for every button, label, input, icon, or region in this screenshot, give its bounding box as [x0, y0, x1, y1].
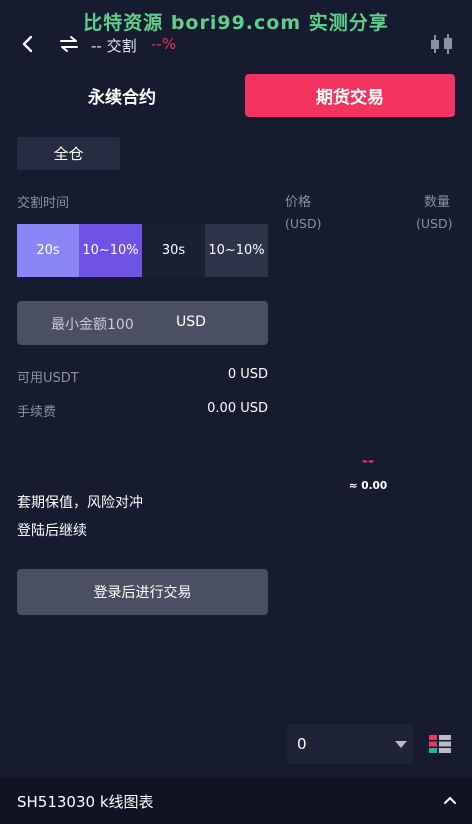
fee-label: 手续费 [17, 405, 57, 420]
tab-perpetual[interactable]: 永续合约 [16, 74, 228, 117]
back-arrow-icon[interactable] [18, 34, 38, 54]
swap-icon[interactable] [58, 34, 80, 54]
margin-mode-button[interactable]: 全仓 [17, 137, 120, 170]
amount-placeholder: 最小金额100 [51, 317, 134, 333]
settlement-option[interactable]: 30s [142, 224, 205, 277]
tab-futures[interactable]: 期货交易 [245, 74, 455, 117]
available-value: 0 USD [227, 367, 268, 382]
available-label: 可用USDT [17, 371, 79, 386]
chevron-up-icon[interactable] [443, 795, 457, 805]
amount-unit: USD [176, 314, 206, 330]
login-continue-note: 登陆后继续 [17, 523, 87, 539]
settlement-time-label: 交割时间 [17, 196, 70, 211]
kline-title: SH513030 k线图表 [17, 793, 154, 811]
fee-value: 0.00 USD [207, 401, 268, 416]
settlement-option[interactable]: 10~10% [79, 224, 142, 277]
settlement-option[interactable]: 20s [17, 224, 79, 277]
orderbook-mid-approx: ≈ 0.00 [348, 480, 388, 492]
login-trade-button[interactable]: 登录后进行交易 [17, 569, 268, 615]
orderbook-layout-icon[interactable] [429, 735, 451, 753]
orderbook-price-unit: (USD) [285, 216, 322, 231]
orderbook-qty-header: 数量 [424, 195, 451, 210]
settlement-option[interactable]: 10~10% [205, 224, 268, 277]
orderbook-price-header: 价格 [285, 195, 312, 210]
candlestick-icon[interactable] [428, 32, 456, 56]
watermark: 比特资源 bori99.com 实测分享 [83, 12, 389, 34]
price-change: --% [151, 35, 177, 53]
orderbook-qty-unit: (USD) [416, 216, 453, 231]
depth-value: 0 [297, 735, 307, 753]
caret-down-icon [395, 741, 407, 748]
orderbook-mid-price: -- [361, 452, 375, 470]
contract-symbol[interactable]: -- 交割 [91, 35, 137, 56]
hedge-note: 套期保值，风险对冲 [17, 495, 143, 511]
